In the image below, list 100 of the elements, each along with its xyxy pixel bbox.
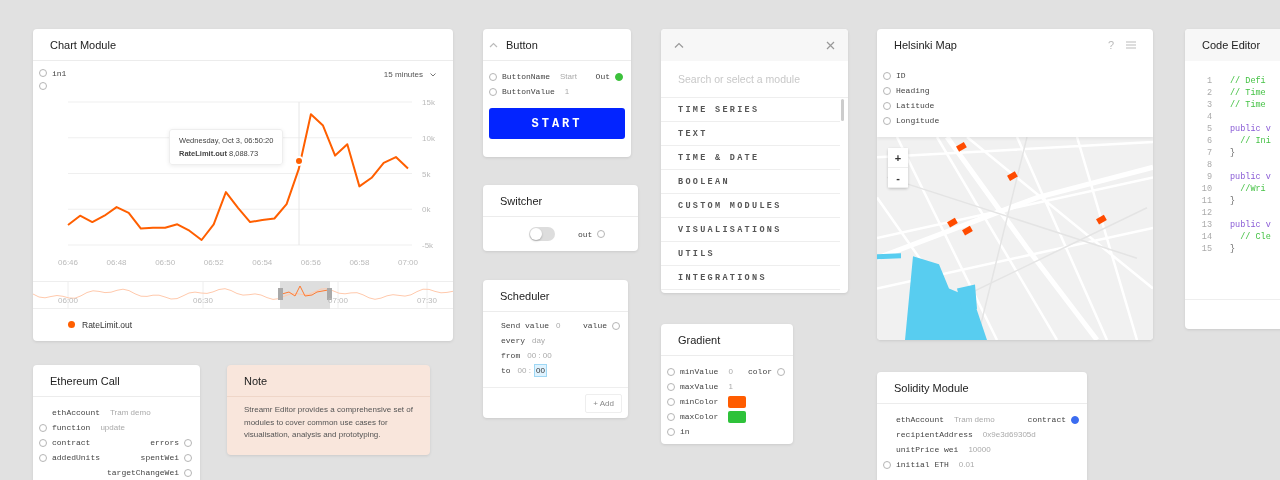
category-item[interactable]: TIME SERIES bbox=[661, 98, 840, 122]
port-name: maxValue bbox=[680, 382, 719, 391]
port-name: minValue bbox=[680, 367, 719, 376]
module-title: Ethereum Call bbox=[50, 374, 120, 387]
port-name: minColor bbox=[680, 397, 719, 406]
help-icon[interactable]: ? bbox=[1107, 39, 1114, 51]
caret-up-icon[interactable] bbox=[489, 41, 498, 48]
line-number: 1 bbox=[1205, 76, 1212, 86]
category-item[interactable]: UTILS bbox=[661, 242, 840, 266]
port-name: Out bbox=[595, 72, 610, 81]
axis-label: 06:56 bbox=[300, 258, 321, 267]
caret-down-icon bbox=[430, 72, 436, 77]
port-name: in bbox=[680, 427, 690, 436]
module-title: Gradient bbox=[678, 333, 721, 346]
axis-label: 06:46 bbox=[58, 258, 78, 267]
category-item[interactable]: CUSTOM MODULES bbox=[661, 194, 840, 218]
module-title: Helsinki Map bbox=[894, 39, 957, 51]
code-line: // Time bbox=[1230, 100, 1266, 110]
range-handle[interactable] bbox=[327, 288, 332, 300]
port-name: out bbox=[578, 229, 593, 239]
port-name: in1 bbox=[52, 68, 67, 78]
port-value[interactable]: Tram demo bbox=[954, 415, 995, 424]
port-name: errors bbox=[150, 438, 179, 447]
line-number: 4 bbox=[1205, 112, 1212, 122]
axis-label: 0k bbox=[422, 205, 431, 215]
code-line: // Cle bbox=[1239, 232, 1271, 242]
code-line: } bbox=[1230, 196, 1236, 206]
axis-label: 06:00 bbox=[58, 296, 78, 305]
code-line: public v bbox=[1230, 220, 1271, 230]
value-field[interactable]: day bbox=[531, 335, 546, 346]
value-field[interactable]: 00 : bbox=[516, 365, 532, 376]
port-value[interactable]: 1 bbox=[728, 382, 733, 391]
field-label: every bbox=[501, 336, 525, 345]
start-button[interactable]: START bbox=[489, 108, 625, 139]
line-number: 9 bbox=[1205, 172, 1212, 182]
module-title: Scheduler bbox=[500, 289, 550, 302]
module-title: Solidity Module bbox=[894, 381, 969, 394]
port-name: unitPrice wei bbox=[896, 445, 959, 454]
module-title: Switcher bbox=[500, 194, 543, 207]
port-value[interactable]: 1 bbox=[564, 87, 570, 96]
code-line: // Time bbox=[1230, 88, 1266, 98]
add-button[interactable]: + Add bbox=[585, 393, 622, 413]
module-title: Note bbox=[244, 374, 268, 387]
port-value[interactable]: 10000 bbox=[968, 445, 991, 454]
code-line: } bbox=[1230, 244, 1236, 254]
port-icon[interactable] bbox=[615, 72, 623, 81]
value-field[interactable]: 00 bbox=[533, 364, 547, 377]
line-number: 11 bbox=[1200, 196, 1212, 206]
line-number: 13 bbox=[1200, 220, 1212, 230]
port-value[interactable]: 0 bbox=[728, 367, 733, 376]
color-swatch[interactable] bbox=[728, 410, 747, 423]
port-name: maxColor bbox=[680, 412, 719, 421]
line-number: 5 bbox=[1205, 124, 1212, 134]
port-name: ButtonName bbox=[502, 72, 550, 81]
module-title: Button bbox=[506, 38, 538, 51]
module-title: Code Editor bbox=[1202, 39, 1261, 51]
port-name: recipientAddress bbox=[896, 430, 973, 439]
category-item[interactable]: TEXT bbox=[661, 122, 840, 146]
menu-icon[interactable] bbox=[1126, 41, 1136, 49]
category-item[interactable]: VISUALISATIONS bbox=[661, 218, 840, 242]
line-number: 6 bbox=[1205, 136, 1212, 146]
code-line: // Defi bbox=[1230, 76, 1266, 86]
close-icon[interactable] bbox=[826, 40, 835, 50]
port-name: contract bbox=[1027, 415, 1066, 424]
axis-label: 10k bbox=[422, 133, 435, 143]
scrollbar[interactable] bbox=[841, 99, 844, 121]
hover-marker bbox=[294, 156, 304, 166]
module-title: Chart Module bbox=[50, 38, 117, 51]
category-item[interactable]: INTEGRATIONS bbox=[661, 266, 840, 290]
port-icon[interactable] bbox=[1071, 415, 1079, 424]
category-item[interactable]: TIME & DATE bbox=[661, 146, 840, 170]
port-name: addedUnits bbox=[52, 453, 100, 462]
port-name: Latitude bbox=[896, 101, 935, 110]
toggle-switch[interactable] bbox=[529, 227, 555, 241]
zoom-button[interactable]: - bbox=[888, 168, 908, 188]
port-value[interactable]: 0x9e3d69305d bbox=[982, 430, 1036, 439]
port-name: targetChangeWei bbox=[107, 468, 179, 477]
line-number: 2 bbox=[1205, 88, 1212, 98]
line-number: 15 bbox=[1200, 244, 1212, 254]
port-value[interactable]: update bbox=[100, 423, 125, 432]
port-value[interactable]: 0.01 bbox=[958, 460, 975, 469]
port-value[interactable]: Start bbox=[560, 72, 577, 81]
port-name: ButtonValue bbox=[502, 87, 555, 96]
port-name: Heading bbox=[896, 86, 930, 95]
port-value[interactable]: Tram demo bbox=[110, 408, 151, 417]
axis-label: 5k bbox=[422, 169, 431, 179]
note-text: Streamr Editor provides a comprehensive set of modules to cover common use cases for visualisation, analysis and prototyping. bbox=[243, 404, 414, 441]
value-field[interactable]: 00 : 00 bbox=[526, 350, 553, 361]
port-name: ethAccount bbox=[896, 415, 944, 424]
axis-label: 06:58 bbox=[349, 258, 370, 267]
range-handle[interactable] bbox=[278, 288, 283, 300]
chevron-up-icon[interactable] bbox=[674, 42, 684, 48]
code-line: // Ini bbox=[1239, 136, 1271, 146]
line-number: 8 bbox=[1205, 160, 1212, 170]
category-item[interactable]: BOOLEAN bbox=[661, 170, 840, 194]
value-field[interactable]: 0 bbox=[555, 320, 562, 331]
range-dropdown[interactable]: 15 minutes bbox=[383, 67, 436, 82]
color-swatch[interactable] bbox=[728, 395, 747, 408]
axis-label: 15k bbox=[422, 98, 435, 107]
zoom-button[interactable]: + bbox=[888, 148, 908, 168]
